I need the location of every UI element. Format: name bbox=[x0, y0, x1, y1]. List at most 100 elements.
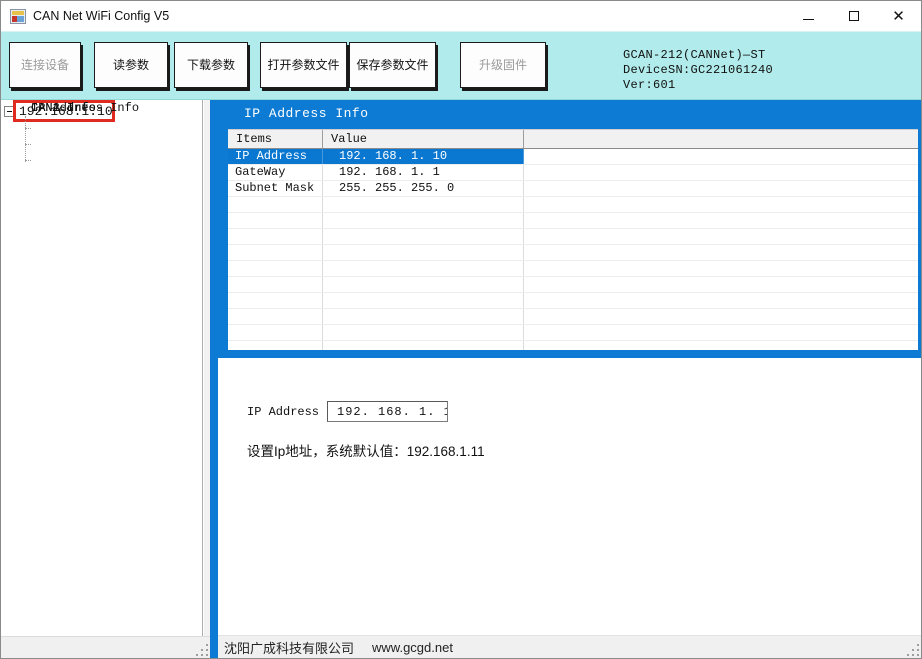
table-cell bbox=[524, 325, 918, 340]
device-version: Ver:601 bbox=[623, 78, 676, 92]
horizontal-splitter[interactable] bbox=[218, 350, 921, 358]
device-info-block: GCAN-212(CANNet)—ST DeviceSN:GC221061240… bbox=[623, 48, 773, 93]
table-cell bbox=[524, 309, 918, 324]
table-cell bbox=[228, 261, 323, 276]
table-cell: 255. 255. 255. 0 bbox=[323, 181, 524, 196]
table-cell bbox=[524, 229, 918, 244]
table-cell bbox=[323, 309, 524, 324]
table-cell bbox=[524, 293, 918, 308]
tree-item-can2-info[interactable]: CAN2 Info bbox=[31, 100, 96, 116]
tree-connector-stub bbox=[25, 160, 31, 161]
table-cell bbox=[228, 213, 323, 228]
main-area: 192.168.1.10 IP Address Info CAN1 Info CAN… bbox=[1, 100, 921, 658]
toolbar-button-upgrade-firmware[interactable]: 升级固件 bbox=[460, 42, 546, 88]
param-edit-panel: IP Address 设置Ip地址，系统默认值：192.168.1.11 bbox=[218, 358, 921, 635]
table-row-empty[interactable] bbox=[228, 197, 918, 213]
right-region: IP Address Info Items Value IP Address 19… bbox=[218, 100, 921, 658]
table-cell bbox=[228, 293, 323, 308]
column-header-value[interactable]: Value bbox=[323, 130, 524, 148]
app-window: CAN Net WiFi Config V5 ✕ 连接设备 读参数 下载参数 打开参数… bbox=[0, 0, 922, 659]
title-bar: CAN Net WiFi Config V5 ✕ bbox=[1, 1, 921, 31]
table-cell bbox=[228, 229, 323, 244]
table-cell bbox=[524, 197, 918, 212]
vertical-splitter[interactable] bbox=[210, 100, 218, 658]
status-website: www.gcgd.net bbox=[372, 639, 453, 655]
table-row-empty[interactable] bbox=[228, 341, 918, 350]
toolbar-button-open-param-file[interactable]: 打开参数文件 bbox=[260, 42, 347, 88]
table-cell bbox=[524, 261, 918, 276]
table-row-empty[interactable] bbox=[228, 293, 918, 309]
ip-address-label: IP Address bbox=[247, 405, 320, 419]
device-model: GCAN-212(CANNet)—ST bbox=[623, 48, 766, 62]
table-row-gateway[interactable]: GateWay 192. 168. 1. 1 bbox=[228, 165, 918, 181]
table-cell bbox=[323, 229, 524, 244]
toolbar-button-download-params[interactable]: 下载参数 bbox=[174, 42, 248, 88]
device-tree-panel: 192.168.1.10 IP Address Info CAN1 Info CAN… bbox=[1, 100, 203, 636]
table-row-subnet-mask[interactable]: Subnet Mask 255. 255. 255. 0 bbox=[228, 181, 918, 197]
table-cell bbox=[323, 213, 524, 228]
toolbar-button-connect-device[interactable]: 连接设备 bbox=[9, 42, 81, 88]
table-cell: Subnet Mask bbox=[228, 181, 323, 196]
table-cell bbox=[323, 197, 524, 212]
table-cell bbox=[228, 341, 323, 350]
status-company: 沈阳广成科技有限公司 bbox=[224, 640, 355, 656]
tree-connector-stub bbox=[25, 128, 31, 129]
device-serial: DeviceSN:GC221061240 bbox=[623, 63, 774, 77]
close-button[interactable]: ✕ bbox=[876, 1, 921, 31]
table-row-empty[interactable] bbox=[228, 213, 918, 229]
minimize-button[interactable] bbox=[786, 1, 831, 31]
window-title: CAN Net WiFi Config V5 bbox=[33, 9, 170, 23]
param-table: Items Value IP Address 192. 168. 1. 10 Gat… bbox=[228, 129, 918, 350]
minimize-icon bbox=[803, 18, 814, 20]
tree-connector-stub bbox=[25, 144, 31, 145]
ip-default-hint: 设置Ip地址，系统默认值：192.168.1.11 bbox=[247, 444, 485, 459]
device-tree: 192.168.1.10 IP Address Info CAN1 Info CAN… bbox=[1, 100, 202, 300]
table-cell bbox=[323, 277, 524, 292]
toolbar-buttons: 连接设备 读参数 下载参数 打开参数文件 保存参数文件 升级固件 bbox=[1, 42, 546, 91]
table-row-empty[interactable] bbox=[228, 325, 918, 341]
column-header-blank[interactable] bbox=[524, 130, 918, 148]
table-cell bbox=[524, 165, 918, 180]
param-table-panel: IP Address Info Items Value IP Address 19… bbox=[218, 100, 921, 350]
table-row-empty[interactable] bbox=[228, 261, 918, 277]
maximize-icon bbox=[848, 11, 859, 21]
toolbar-button-save-param-file[interactable]: 保存参数文件 bbox=[349, 42, 436, 88]
toolbar-button-read-params[interactable]: 读参数 bbox=[94, 42, 168, 88]
table-header-row: Items Value bbox=[228, 130, 918, 149]
left-panel-status-strip bbox=[1, 636, 210, 658]
resize-grip[interactable] bbox=[206, 654, 208, 656]
table-row-ip-address[interactable]: IP Address 192. 168. 1. 10 bbox=[228, 149, 918, 165]
table-body: IP Address 192. 168. 1. 10 GateWay 192. 168… bbox=[228, 149, 918, 350]
table-cell bbox=[323, 261, 524, 276]
table-row-empty[interactable] bbox=[228, 309, 918, 325]
close-icon: ✕ bbox=[892, 7, 905, 25]
table-cell bbox=[228, 325, 323, 340]
tree-connector-line bbox=[25, 116, 26, 162]
table-cell bbox=[323, 245, 524, 260]
table-cell bbox=[524, 341, 918, 350]
status-bar: 沈阳广成科技有限公司 www.gcgd.net bbox=[218, 635, 921, 658]
table-row-empty[interactable] bbox=[228, 245, 918, 261]
table-cell bbox=[524, 213, 918, 228]
table-cell: 192. 168. 1. 1 bbox=[323, 165, 524, 180]
table-cell bbox=[228, 277, 323, 292]
resize-grip[interactable] bbox=[917, 654, 919, 656]
maximize-button[interactable] bbox=[831, 1, 876, 31]
column-header-items[interactable]: Items bbox=[228, 130, 323, 148]
table-panel-title: IP Address Info bbox=[244, 106, 369, 121]
table-cell bbox=[524, 245, 918, 260]
table-cell bbox=[323, 325, 524, 340]
table-cell bbox=[524, 181, 918, 196]
table-cell: GateWay bbox=[228, 165, 323, 180]
app-icon bbox=[10, 8, 26, 24]
window-controls: ✕ bbox=[786, 1, 921, 31]
table-cell bbox=[524, 149, 918, 164]
table-cell bbox=[228, 309, 323, 324]
table-row-empty[interactable] bbox=[228, 277, 918, 293]
table-row-empty[interactable] bbox=[228, 229, 918, 245]
ip-address-input[interactable] bbox=[327, 401, 448, 422]
table-cell bbox=[323, 293, 524, 308]
table-cell: IP Address bbox=[228, 149, 323, 164]
toolbar: 连接设备 读参数 下载参数 打开参数文件 保存参数文件 升级固件 GCAN-212(CAN… bbox=[1, 31, 921, 100]
table-cell bbox=[228, 197, 323, 212]
